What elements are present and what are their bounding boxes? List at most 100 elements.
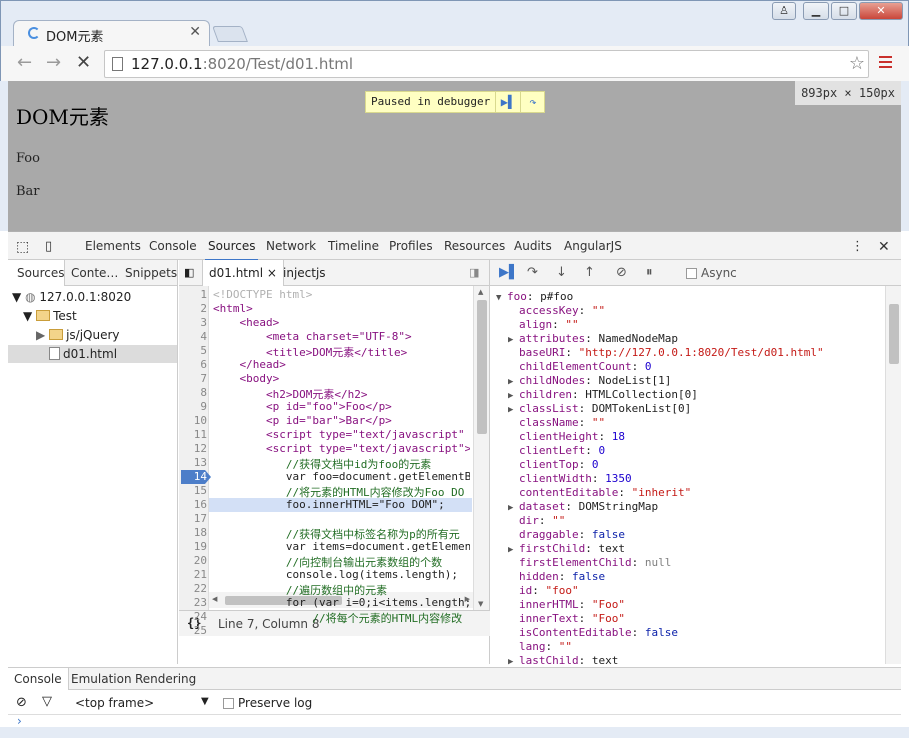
expand-arrow-icon[interactable]: ▶ (508, 657, 519, 667)
line-number[interactable]: 13 (179, 456, 207, 469)
line-number[interactable]: 25 (179, 624, 207, 637)
address-bar[interactable]: 127.0.0.1:8020/Test/d01.html ☆ (104, 50, 869, 78)
bookmark-star-icon[interactable]: ☆ (849, 53, 865, 74)
clear-console-icon[interactable]: ⊘ (16, 695, 27, 710)
scope-property[interactable]: ▼ foo: p#foo (496, 290, 573, 303)
forward-icon[interactable]: → (46, 52, 61, 73)
maximize-button[interactable]: □ (831, 2, 857, 20)
line-number[interactable]: 22 (179, 582, 207, 595)
line-number[interactable]: 12 (179, 442, 207, 455)
tree-item-d01[interactable]: d01.html (8, 345, 177, 363)
tab-profiles[interactable]: Profiles (389, 239, 433, 253)
step-out-icon[interactable]: ↑ (584, 265, 595, 280)
line-number[interactable]: 24 (179, 610, 207, 623)
editor-tab-inject[interactable]: injectjs (283, 266, 326, 280)
preserve-log-checkbox[interactable]: Preserve log (223, 696, 312, 710)
tab-resources[interactable]: Resources (444, 239, 505, 253)
step-into-icon[interactable]: ↓ (556, 265, 567, 280)
pause-on-exceptions-icon[interactable]: ⏸ (646, 265, 653, 280)
toggle-navigator-icon[interactable]: ◧ (184, 266, 194, 279)
step-over-icon[interactable]: ↷ (520, 92, 545, 112)
more-icon[interactable]: ⋮ (851, 239, 864, 254)
resume-icon[interactable]: ▶▌ (495, 92, 520, 112)
line-number[interactable]: 11 (179, 428, 207, 441)
line-number[interactable]: 16 (179, 498, 207, 511)
tab-timeline[interactable]: Timeline (328, 239, 379, 253)
line-number[interactable]: 1 (179, 288, 207, 301)
tab-elements[interactable]: Elements (85, 239, 141, 253)
tab-console[interactable]: Console (149, 239, 197, 253)
tab-network[interactable]: Network (266, 239, 316, 253)
browser-tab[interactable]: DOM元素 ✕ (13, 20, 210, 46)
line-number[interactable]: 18 (179, 526, 207, 539)
menu-icon[interactable] (879, 56, 892, 71)
nav-tab-sources[interactable]: Sources (8, 260, 65, 286)
deactivate-breakpoints-icon[interactable]: ⊘ (616, 265, 627, 280)
tree-item-test[interactable]: ▼ Test (23, 309, 77, 323)
line-number[interactable]: 23 (179, 596, 207, 609)
scope-property[interactable]: ▶ childNodes: NodeList[1] (508, 374, 671, 387)
expand-arrow-icon[interactable]: ▶ (508, 335, 519, 345)
editor-tab-d01[interactable]: d01.html × (202, 260, 284, 286)
resume-icon[interactable]: ▶▌ (499, 265, 519, 280)
tab-close-icon[interactable]: ✕ (189, 24, 201, 40)
tree-item-jquery[interactable]: ▶ js/jQuery (36, 328, 120, 342)
line-number[interactable]: 15 (179, 484, 207, 497)
expand-arrow-icon[interactable]: ▶ (508, 377, 519, 387)
tree-item-host[interactable]: ▼ ◍ 127.0.0.1:8020 (12, 290, 131, 304)
new-tab-button[interactable] (212, 26, 248, 42)
line-number[interactable]: 17 (179, 512, 207, 525)
tab-audits[interactable]: Audits (514, 239, 552, 253)
inspect-icon[interactable]: ⬚ (16, 239, 29, 255)
drawer-tab-rendering[interactable]: Rendering (135, 672, 196, 686)
line-number[interactable]: 3 (179, 316, 207, 329)
scope-property[interactable]: ▶ attributes: NamedNodeMap (508, 332, 678, 345)
chevron-down-icon[interactable]: ▼ (201, 696, 209, 707)
line-number[interactable]: 8 (179, 386, 207, 399)
expand-arrow-icon[interactable]: ▶ (508, 405, 519, 415)
expand-arrow-icon[interactable]: ▶ (508, 391, 519, 401)
line-number[interactable]: 20 (179, 554, 207, 567)
expand-arrow-icon[interactable]: ▼ (496, 293, 507, 303)
console-prompt[interactable]: › (17, 714, 22, 728)
line-number[interactable]: 9 (179, 400, 207, 413)
async-checkbox[interactable]: Async (686, 266, 737, 280)
line-number[interactable]: 10 (179, 414, 207, 427)
line-number[interactable]: 7 (179, 372, 207, 385)
scope-property[interactable]: ▶ dataset: DOMStringMap (508, 500, 658, 513)
scope-property[interactable]: ▶ classList: DOMTokenList[0] (508, 402, 691, 415)
devtools-close-icon[interactable]: ✕ (878, 239, 890, 255)
scope-property[interactable]: ▶ children: HTMLCollection[0] (508, 388, 698, 401)
line-number[interactable]: 6 (179, 358, 207, 371)
close-tab-icon[interactable]: × (267, 266, 277, 280)
line-number[interactable]: 2 (179, 302, 207, 315)
debugger-scrollbar[interactable] (885, 286, 901, 664)
property-value: "" (591, 304, 606, 317)
toggle-debugger-icon[interactable]: ◨ (469, 266, 479, 279)
line-number[interactable]: 21 (179, 568, 207, 581)
back-icon[interactable]: ← (17, 52, 32, 73)
line-number[interactable]: 19 (179, 540, 207, 553)
drawer-tab-emulation[interactable]: Emulation (71, 672, 132, 686)
minimize-button[interactable]: ▁ (803, 2, 829, 20)
tab-sources[interactable]: Sources (204, 239, 259, 261)
nav-tab-snippets[interactable]: Snippets (125, 266, 177, 280)
drawer-tab-console[interactable]: Console (8, 668, 69, 690)
device-mode-icon[interactable]: ▯ (45, 239, 52, 254)
line-number[interactable]: 5 (179, 344, 207, 357)
stop-icon[interactable]: ✕ (76, 52, 91, 73)
editor-vscrollbar[interactable]: ▼ ▲ (473, 286, 489, 610)
frame-select[interactable]: <top frame> (75, 696, 154, 710)
tab-angularjs[interactable]: AngularJS (564, 239, 622, 253)
expand-arrow-icon[interactable]: ▶ (508, 503, 519, 513)
line-number[interactable]: 4 (179, 330, 207, 343)
scope-property[interactable]: ▶ firstChild: text (508, 542, 625, 555)
expand-arrow-icon[interactable]: ▶ (508, 545, 519, 555)
filter-icon[interactable]: ▽ (42, 694, 52, 709)
line-number[interactable]: 14 (179, 470, 207, 483)
window-close-button[interactable]: ✕ (859, 2, 903, 20)
step-over-icon[interactable]: ↷ (527, 265, 538, 280)
user-icon[interactable]: ♙ (772, 2, 796, 20)
scope-property[interactable]: ▶ lastChild: text (508, 654, 618, 667)
nav-tab-content[interactable]: Conte… (71, 266, 118, 280)
